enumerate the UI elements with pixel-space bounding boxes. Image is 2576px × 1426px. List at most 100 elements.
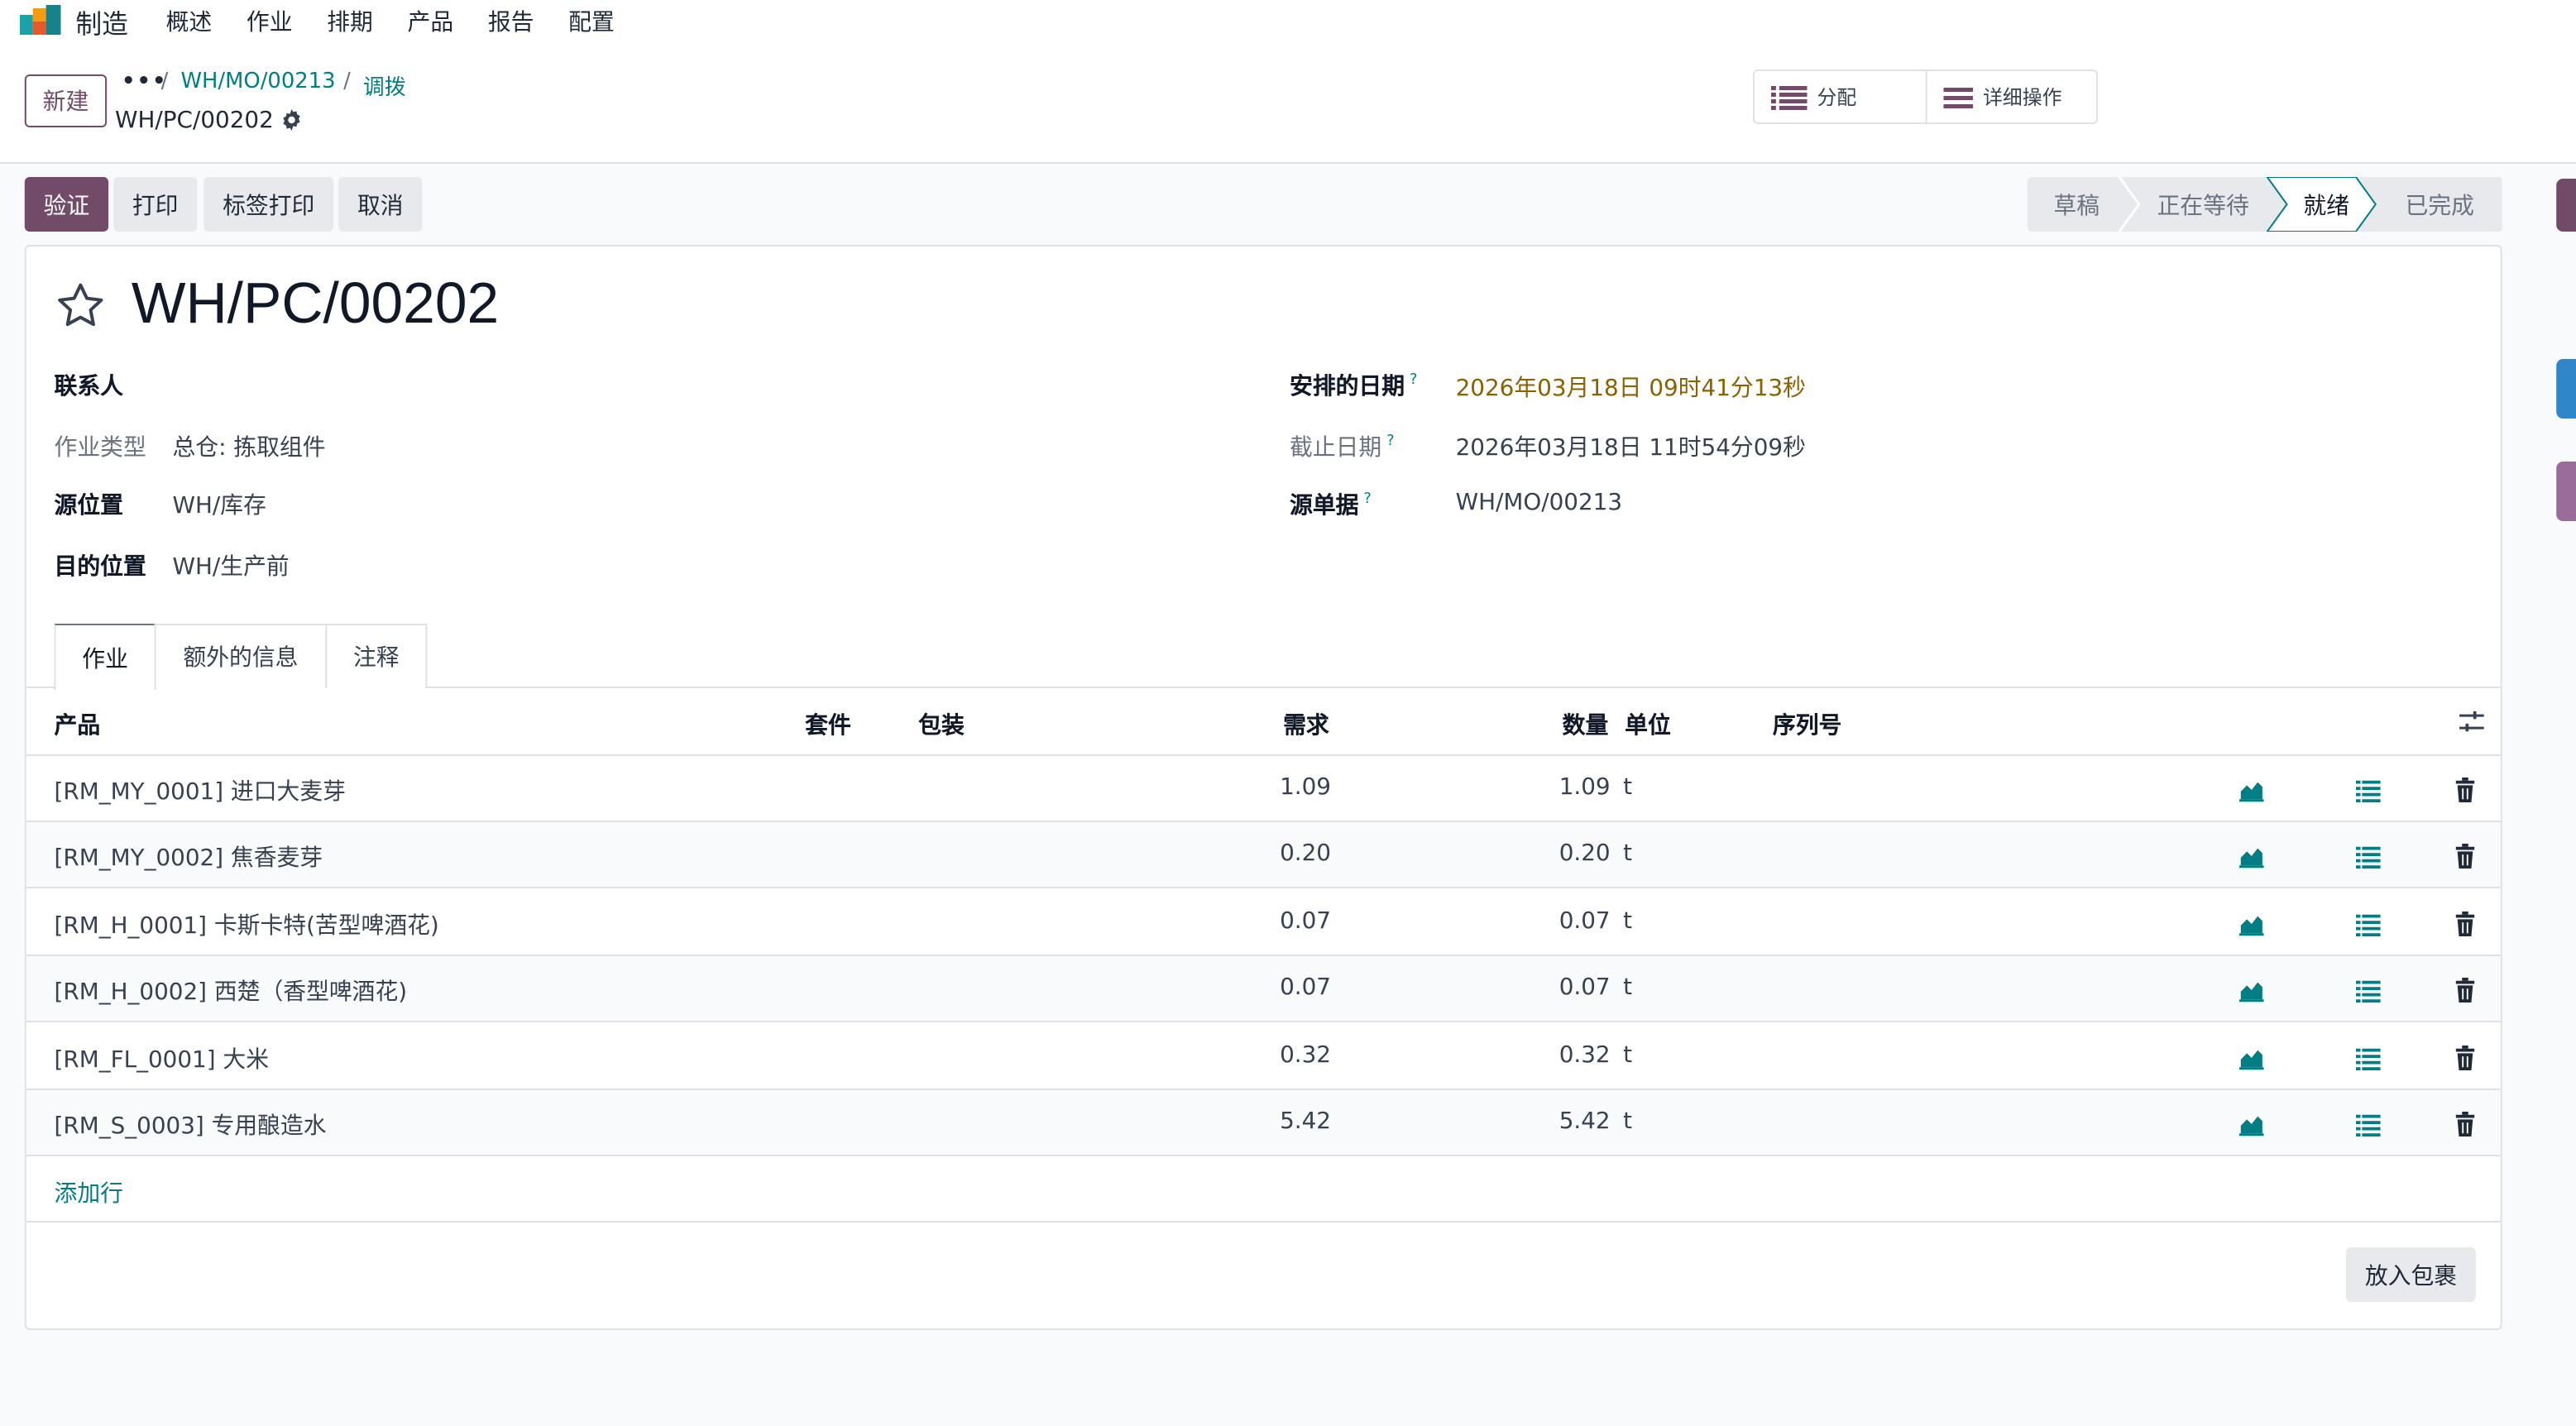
manufacturing-app-icon[interactable] xyxy=(19,5,63,35)
status-waiting[interactable]: 正在等待 xyxy=(2139,177,2267,232)
help-icon[interactable]: ? xyxy=(1410,373,1417,390)
product-cell[interactable]: [RM_S_0003] 专用酿造水 xyxy=(55,1108,327,1141)
operation-type-field[interactable]: 总仓: 拣取组件 xyxy=(173,430,326,463)
top-navbar: 制造 概述 作业 排期 产品 报告 配置 xyxy=(0,0,2576,40)
breadcrumb-separator: / xyxy=(343,69,351,94)
forecast-chart-icon[interactable] xyxy=(2238,1046,2264,1070)
trash-icon[interactable] xyxy=(2453,1046,2478,1070)
product-cell[interactable]: [RM_MY_0002] 焦香麦芽 xyxy=(55,840,323,873)
detailed-list-icon[interactable] xyxy=(2355,1112,2381,1136)
forecast-chart-icon[interactable] xyxy=(2238,778,2264,802)
forecast-chart-icon[interactable] xyxy=(2238,1112,2264,1136)
new-button[interactable]: 新建 xyxy=(24,74,108,127)
column-uom[interactable]: 单位 xyxy=(1625,708,1671,741)
view-button-group: 分配 详细操作 xyxy=(1753,69,2099,124)
star-icon[interactable] xyxy=(53,280,109,333)
detailed-operations-button[interactable]: 详细操作 xyxy=(1925,71,2097,122)
source-document-field[interactable]: WH/MO/00213 xyxy=(1456,490,1622,516)
detailed-list-icon[interactable] xyxy=(2355,978,2381,1003)
forecast-chart-icon[interactable] xyxy=(2238,912,2264,936)
print-button[interactable]: 打印 xyxy=(113,177,198,232)
column-settings-icon[interactable] xyxy=(2459,710,2484,735)
status-ready[interactable]: 就绪 xyxy=(2290,177,2362,232)
tab-additional-info[interactable]: 额外的信息 xyxy=(154,624,328,688)
detailed-list-icon[interactable] xyxy=(2355,844,2381,869)
quantity-cell[interactable]: 0.32 xyxy=(1559,1042,1611,1069)
detailed-list-icon[interactable] xyxy=(2355,1046,2381,1070)
add-line-link[interactable]: 添加行 xyxy=(55,1176,123,1209)
breadcrumb-transfers-link[interactable]: 调拨 xyxy=(363,69,406,101)
forecast-chart-icon[interactable] xyxy=(2238,978,2264,1003)
gear-icon[interactable] xyxy=(281,109,303,131)
help-icon[interactable]: ? xyxy=(1363,492,1371,509)
chatter-toggle[interactable] xyxy=(2556,179,2576,232)
product-cell[interactable]: [RM_H_0001] 卡斯卡特(苦型啤酒花) xyxy=(55,908,439,941)
operation-type-label: 作业类型 xyxy=(54,435,146,462)
detailed-list-icon[interactable] xyxy=(2355,912,2381,936)
breadcrumb-current: WH/PC/00202 xyxy=(115,108,274,134)
put-in-pack-button[interactable]: 放入包裹 xyxy=(2346,1247,2476,1302)
column-lot[interactable]: 序列号 xyxy=(1773,708,1841,741)
breadcrumb-mo-link[interactable]: WH/MO/00213 xyxy=(180,69,335,94)
table-row[interactable]: [RM_MY_0002] 焦香麦芽 0.20 0.20 t xyxy=(26,822,2501,888)
menu-operations[interactable]: 作业 xyxy=(247,5,293,38)
list-icon xyxy=(1770,85,1808,109)
menu-planning[interactable]: 排期 xyxy=(327,5,373,38)
column-demand[interactable]: 需求 xyxy=(1283,708,1329,741)
menu-configuration[interactable]: 配置 xyxy=(568,5,615,38)
trash-icon[interactable] xyxy=(2453,912,2478,936)
product-cell[interactable]: [RM_FL_0001] 大米 xyxy=(55,1042,270,1075)
deadline-label: 截止日期? xyxy=(1290,433,1395,462)
column-kit[interactable]: 套件 xyxy=(805,708,851,741)
avatar[interactable] xyxy=(2556,462,2576,521)
table-row[interactable]: [RM_FL_0001] 大米 0.32 0.32 t xyxy=(26,1024,2501,1090)
tab-operations[interactable]: 作业 xyxy=(54,624,156,690)
status-done[interactable]: 已完成 xyxy=(2382,177,2497,232)
column-product[interactable]: 产品 xyxy=(55,708,101,741)
uom-cell: t xyxy=(1623,1108,1633,1135)
destination-location-field[interactable]: WH/生产前 xyxy=(173,549,290,582)
quantity-cell[interactable]: 1.09 xyxy=(1559,774,1611,801)
demand-cell: 5.42 xyxy=(1280,1108,1332,1135)
side-widget[interactable] xyxy=(2556,359,2576,419)
label-print-button[interactable]: 标签打印 xyxy=(203,177,334,232)
trash-icon[interactable] xyxy=(2453,844,2478,869)
menu-overview[interactable]: 概述 xyxy=(166,5,213,38)
status-bar: 草稿 正在等待 就绪 已完成 xyxy=(2027,177,2502,232)
column-quantity[interactable]: 数量 xyxy=(1563,708,1609,741)
table-row[interactable]: [RM_S_0003] 专用酿造水 5.42 5.42 t xyxy=(26,1090,2501,1156)
record-title: WH/PC/00202 xyxy=(131,271,500,336)
source-location-field[interactable]: WH/库存 xyxy=(173,488,266,521)
menu-reporting[interactable]: 报告 xyxy=(488,5,534,38)
detailed-list-icon[interactable] xyxy=(2355,778,2381,802)
table-row[interactable]: [RM_H_0002] 西楚（香型啤酒花) 0.07 0.07 t xyxy=(26,956,2501,1022)
destination-location-label: 目的位置 xyxy=(54,554,146,581)
contact-label: 联系人 xyxy=(54,374,123,400)
uom-cell: t xyxy=(1623,974,1633,1001)
uom-cell: t xyxy=(1623,908,1633,935)
help-icon[interactable]: ? xyxy=(1386,434,1394,451)
status-draft[interactable]: 草稿 xyxy=(2028,177,2126,232)
product-cell[interactable]: [RM_H_0002] 西楚（香型啤酒花) xyxy=(55,974,408,1007)
notebook-tabs: 作业 额外的信息 注释 xyxy=(26,624,2501,690)
cancel-button[interactable]: 取消 xyxy=(338,177,423,232)
tab-note[interactable]: 注释 xyxy=(325,624,428,688)
validate-button[interactable]: 验证 xyxy=(24,177,109,232)
scheduled-date-field[interactable]: 2026年03月18日 09时41分13秒 xyxy=(1456,371,1806,404)
quantity-cell[interactable]: 5.42 xyxy=(1559,1108,1611,1135)
trash-icon[interactable] xyxy=(2453,1112,2478,1136)
table-row[interactable]: [RM_H_0001] 卡斯卡特(苦型啤酒花) 0.07 0.07 t xyxy=(26,890,2501,956)
quantity-cell[interactable]: 0.07 xyxy=(1559,974,1611,1001)
column-package[interactable]: 包装 xyxy=(918,708,965,741)
quantity-cell[interactable]: 0.07 xyxy=(1559,908,1611,935)
trash-icon[interactable] xyxy=(2453,778,2478,802)
menu-products[interactable]: 产品 xyxy=(408,5,454,38)
app-name[interactable]: 制造 xyxy=(75,2,128,41)
quantity-cell[interactable]: 0.20 xyxy=(1559,840,1611,867)
uom-cell: t xyxy=(1623,1042,1633,1069)
allocation-button[interactable]: 分配 xyxy=(1755,71,1926,122)
forecast-chart-icon[interactable] xyxy=(2238,844,2264,869)
trash-icon[interactable] xyxy=(2453,978,2478,1003)
table-row[interactable]: [RM_MY_0001] 进口大麦芽 1.09 1.09 t xyxy=(26,756,2501,822)
product-cell[interactable]: [RM_MY_0001] 进口大麦芽 xyxy=(55,774,346,807)
